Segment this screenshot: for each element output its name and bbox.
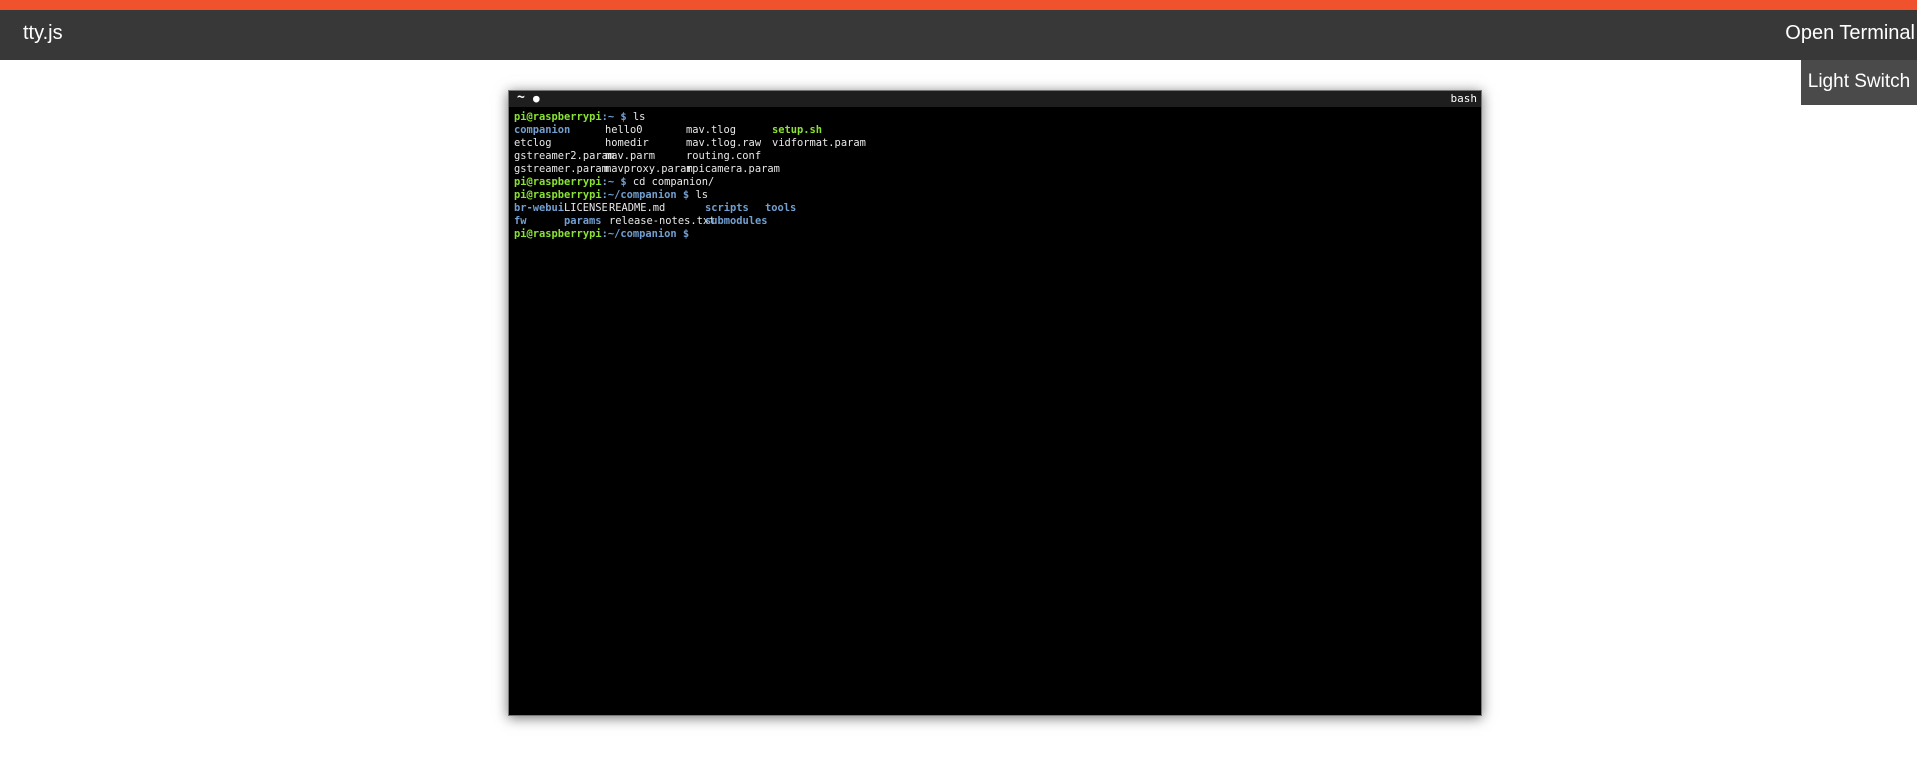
ls-entry: LICENSE — [564, 202, 608, 214]
terminal-line: gstreamer2.parammav.parm routing.conf — [514, 150, 1474, 163]
ls-entry: etclog — [514, 137, 552, 149]
ls-entry: routing.conf — [686, 150, 762, 162]
terminal-shell-name: bash — [1450, 92, 1478, 105]
ls-entry-dir: scripts — [705, 202, 749, 214]
top-accent-bar — [0, 0, 1917, 10]
ls-entry-dir: fw — [514, 215, 527, 227]
ls-entry: release-notes.txt — [609, 215, 716, 227]
terminal-line: pi@raspberrypi:~/companion $ ls — [514, 189, 1474, 202]
ls-entry-executable: setup.sh — [772, 124, 823, 136]
ls-entry: gstreamer.param — [514, 163, 608, 175]
light-switch-button[interactable]: Light Switch — [1801, 60, 1917, 105]
terminal-window[interactable]: ~ ● bash pi@raspberrypi:~ $ ls companion h… — [508, 90, 1482, 716]
terminal-line: pi@raspberrypi:~ $ ls — [514, 111, 1474, 124]
terminal-line: pi@raspberrypi:~ $ cd companion/ — [514, 176, 1474, 189]
terminal-line: companion hello0 mav.tlog setup.sh — [514, 124, 1474, 137]
terminal-tab-indicator-icon[interactable]: ● — [533, 91, 540, 107]
ls-entry-dir: submodules — [705, 215, 768, 227]
ls-entry: hello0 — [605, 124, 643, 136]
ls-entry-dir: tools — [765, 202, 797, 214]
prompt-user: pi@raspberrypi — [514, 189, 602, 201]
app-title: tty.js — [23, 22, 63, 44]
prompt-path: :~ $ — [601, 111, 627, 123]
terminal-titlebar[interactable]: ~ ● bash — [509, 90, 1481, 107]
terminal-output[interactable]: pi@raspberrypi:~ $ ls companion hello0 mav.… — [514, 111, 1474, 241]
terminal-line: fw params release-notes.txtsubmodules — [514, 215, 1474, 228]
terminal-line: gstreamer.parammavproxy.paramrpicamera.p… — [514, 163, 1474, 176]
prompt-path: :~/companion $ — [601, 189, 690, 201]
ls-entry: mav.tlog — [686, 124, 737, 136]
prompt-user: pi@raspberrypi — [514, 228, 602, 240]
prompt-user: pi@raspberrypi — [514, 176, 602, 188]
command-text: ls — [689, 189, 708, 201]
terminal-line: etclog homedir mav.tlog.raw vidformat.param — [514, 137, 1474, 150]
ls-entry: vidformat.param — [772, 137, 866, 149]
ls-entry-dir: params — [564, 215, 602, 227]
prompt-user: pi@raspberrypi — [514, 111, 602, 123]
ls-entry: mavproxy.param — [605, 163, 693, 175]
ls-entry-dir: br-webui — [514, 202, 565, 214]
prompt-path: :~ $ — [601, 176, 627, 188]
prompt-path: :~/companion $ — [601, 228, 690, 240]
ls-entry: homedir — [605, 137, 649, 149]
terminal-tab-home[interactable]: ~ — [517, 90, 525, 106]
open-terminal-button[interactable]: Open Terminal — [1785, 10, 1917, 60]
ls-entry: mav.tlog.raw — [686, 137, 762, 149]
ls-entry: README.md — [609, 202, 666, 214]
ls-entry: mav.parm — [605, 150, 656, 162]
ls-entry: gstreamer2.param — [514, 150, 615, 162]
terminal-line: pi@raspberrypi:~/companion $ — [514, 228, 1474, 241]
terminal-line: br-webuiLICENSEREADME.md scripts tools — [514, 202, 1474, 215]
ls-entry-dir: companion — [514, 124, 571, 136]
command-text: cd companion/ — [626, 176, 715, 188]
command-text: ls — [626, 111, 646, 123]
app-header: tty.js Open Terminal — [0, 10, 1917, 60]
ls-entry: rpicamera.param — [686, 163, 780, 175]
